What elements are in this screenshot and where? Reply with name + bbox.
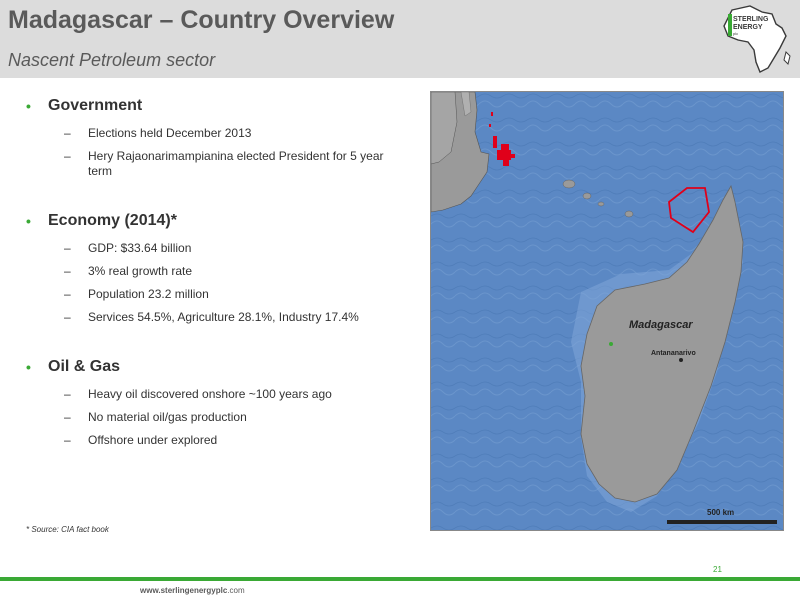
slide-title: Madagascar – Country Overview	[8, 6, 395, 34]
svg-text:ENERGY: ENERGY	[733, 24, 763, 31]
scale-bar	[667, 520, 777, 524]
map-country-label: Madagascar	[629, 319, 693, 331]
slide-header: Madagascar – Country Overview Nascent Pe…	[0, 0, 800, 78]
list-item: – GDP: $33.64 billion	[64, 241, 192, 255]
map-capital-label: Antananarivo	[651, 350, 696, 357]
madagascar-map: Madagascar Antananarivo 500 km	[430, 91, 784, 531]
list-item: – Hery Rajaonarimampianina elected Presid…	[64, 149, 384, 178]
scale-bar-label: 500 km	[707, 508, 734, 517]
slide-subtitle: Nascent Petroleum sector	[8, 50, 216, 70]
footer-url[interactable]: www.sterlingenergyplc.com	[140, 586, 245, 595]
source-note: * Source: CIA fact book	[26, 525, 109, 534]
page-number: 21	[713, 565, 722, 574]
sterling-energy-logo: STERLING ENERGY plc	[702, 2, 798, 76]
section-oil-gas: • Oil & Gas – Heavy oil discovered onshor…	[26, 355, 416, 448]
list-item: – Offshore under explored	[64, 433, 218, 447]
section-government: • Government – Elections held December 20…	[26, 94, 416, 179]
list-item: – No material oil/gas production	[64, 410, 247, 424]
bullet-icon: •	[26, 359, 31, 375]
section-heading: Economy (2014)*	[48, 212, 177, 229]
list-item: – Elections held December 2013	[64, 126, 252, 140]
bullet-icon: •	[26, 213, 31, 229]
svg-text:STERLING: STERLING	[733, 16, 769, 23]
bullet-icon: •	[26, 98, 31, 114]
section-heading: Oil & Gas	[48, 358, 121, 375]
svg-text:plc: plc	[733, 31, 738, 36]
list-item: – Heavy oil discovered onshore ~100 years…	[64, 387, 332, 401]
bullet-content: • Government – Elections held December 20…	[26, 94, 416, 478]
list-item: – Services 54.5%, Agriculture 28.1%, Indu…	[64, 310, 359, 324]
list-item: – Population 23.2 million	[64, 287, 209, 301]
list-item: –3% real growth rate	[64, 264, 193, 278]
section-economy: • Economy (2014)* – GDP: $33.64 billion –…	[26, 209, 416, 325]
footer-divider	[0, 577, 800, 581]
section-heading: Government	[48, 97, 143, 114]
